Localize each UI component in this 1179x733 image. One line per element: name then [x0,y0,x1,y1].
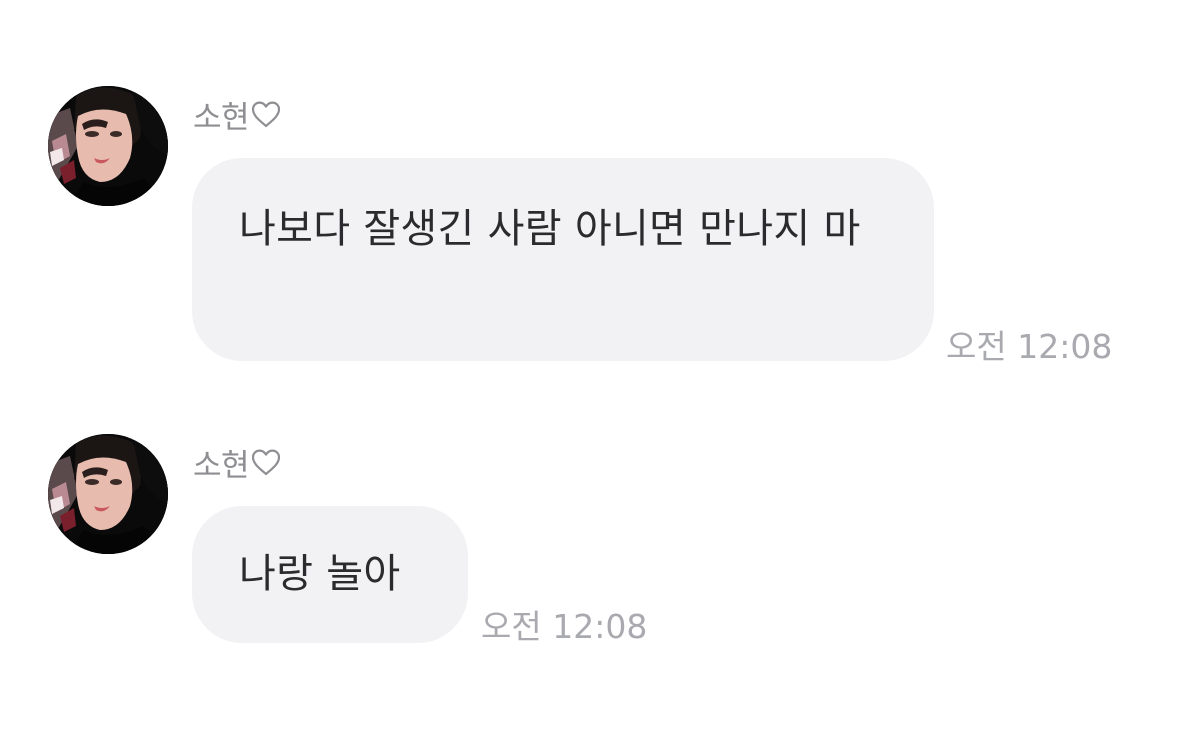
avatar[interactable] [48,434,168,554]
message-bubble[interactable]: 나보다 잘생긴 사람 아니면 만나지 마 [192,158,934,361]
sender-name: 소현 [193,94,282,136]
avatar-photo [48,86,168,206]
message-text: 나보다 잘생긴 사람 아니면 만나지 마 [239,206,861,252]
message-timestamp: 오전 12:08 [481,607,648,646]
avatar-photo [48,434,168,554]
message-bubble[interactable]: 나랑 놀아 [192,506,468,643]
heart-outline-icon [250,99,282,129]
message-text: 나랑 놀아 [239,551,401,597]
sender-name-text: 소현 [193,99,250,136]
sender-name: 소현 [193,442,282,484]
avatar[interactable] [48,86,168,206]
sender-name-text: 소현 [193,447,250,484]
heart-outline-icon [250,447,282,477]
message-timestamp: 오전 12:08 [946,327,1113,366]
chat-thread[interactable]: 소현 나보다 잘생긴 사람 아니면 만나지 마 오전 12:08 소현 나랑 놀… [0,0,1179,733]
